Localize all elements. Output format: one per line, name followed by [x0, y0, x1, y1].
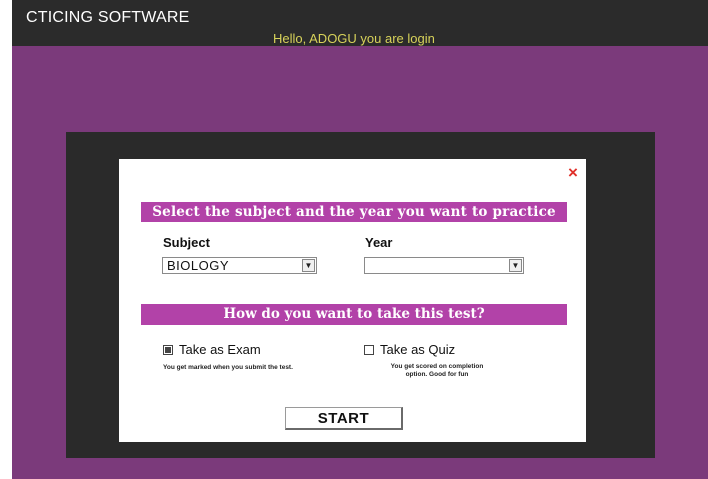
quiz-note: You get scored on completion option. Goo… [390, 363, 484, 378]
close-icon[interactable]: × [565, 164, 581, 182]
subject-label: Subject [163, 235, 210, 250]
take-as-exam-label: Take as Exam [179, 342, 261, 357]
select-subject-year-banner: Select the subject and the year you want… [141, 202, 567, 222]
checkbox-unchecked-icon[interactable] [364, 344, 374, 355]
checkbox-checked-icon[interactable] [163, 344, 173, 355]
take-as-quiz-checkbox[interactable]: Take as Quiz [364, 342, 455, 357]
exam-note: You get marked when you submit the test. [163, 364, 293, 371]
take-as-exam-checkbox[interactable]: Take as Exam [163, 342, 261, 357]
practice-setup-dialog: × Select the subject and the year you wa… [119, 159, 586, 442]
chevron-down-icon[interactable]: ▼ [302, 259, 315, 272]
year-label: Year [365, 235, 393, 250]
start-button[interactable]: START [285, 407, 403, 430]
subject-select-value: BIOLOGY [167, 258, 230, 273]
chevron-down-icon[interactable]: ▼ [509, 259, 522, 272]
year-select[interactable]: ▼ [364, 257, 524, 274]
greeting-text: Hello, ADOGU you are login [273, 31, 435, 46]
take-as-quiz-label: Take as Quiz [380, 342, 456, 357]
test-mode-banner: How do you want to take this test? [141, 304, 567, 325]
subject-select[interactable]: BIOLOGY ▼ [162, 257, 317, 274]
app-title: CTICING SOFTWARE [26, 9, 190, 26]
